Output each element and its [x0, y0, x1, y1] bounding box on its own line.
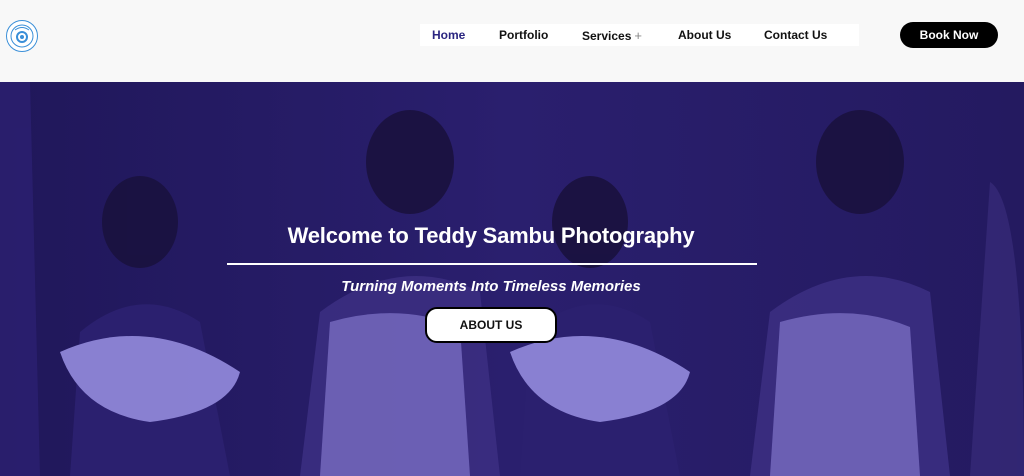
- logo-icon[interactable]: [6, 20, 38, 52]
- hero-divider: [227, 263, 757, 265]
- plus-icon: +: [634, 28, 642, 43]
- site-header: Home Portfolio Services + About Us Contac…: [0, 0, 1024, 82]
- nav-contact-us[interactable]: Contact Us: [764, 28, 827, 42]
- nav-services[interactable]: Services +: [582, 28, 642, 43]
- hero-subtitle: Turning Moments Into Timeless Memories: [341, 278, 641, 295]
- nav-home[interactable]: Home: [432, 28, 465, 42]
- hero-title: Welcome to Teddy Sambu Photography: [287, 223, 695, 248]
- nav-about-us[interactable]: About Us: [678, 28, 731, 42]
- book-now-button[interactable]: Book Now: [900, 22, 998, 48]
- nav-services-label: Services: [582, 29, 632, 43]
- nav-portfolio[interactable]: Portfolio: [499, 28, 548, 42]
- about-us-button[interactable]: ABOUT US: [425, 307, 557, 343]
- main-nav: Home Portfolio Services + About Us Contac…: [420, 24, 859, 46]
- hero-section: Welcome to Teddy Sambu Photography Turni…: [0, 82, 1024, 476]
